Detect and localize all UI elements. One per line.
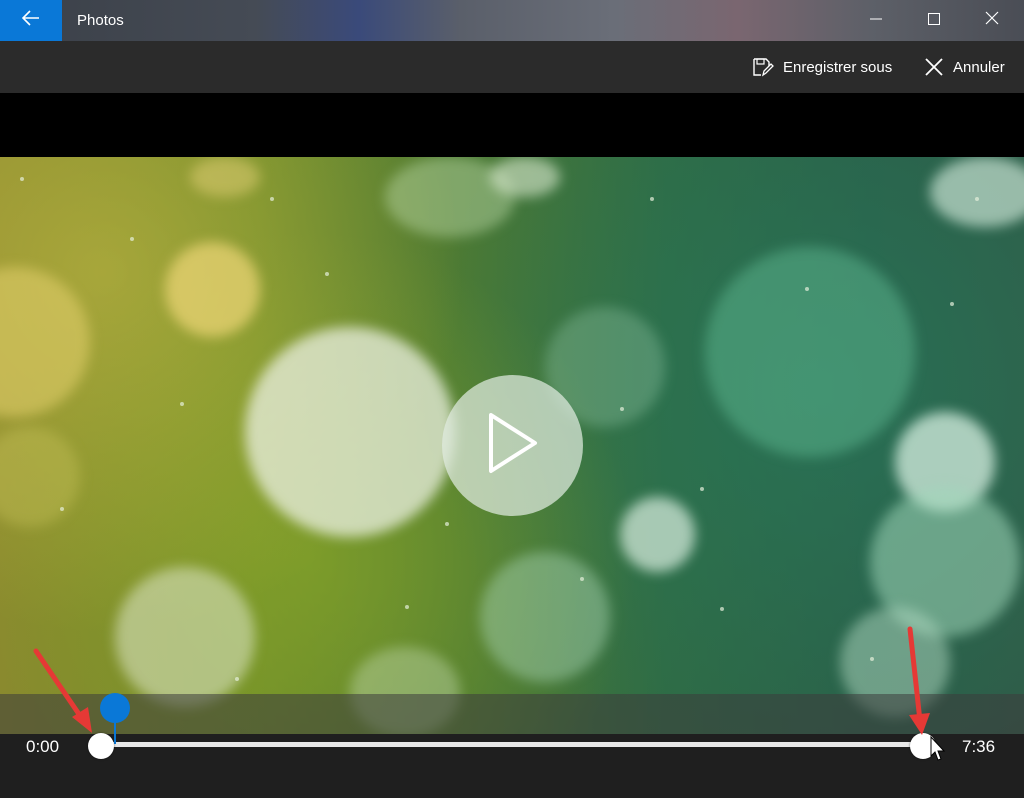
particle bbox=[235, 677, 239, 681]
bokeh-light bbox=[705, 247, 915, 457]
particle bbox=[975, 197, 979, 201]
bokeh-light bbox=[480, 552, 610, 682]
trim-end-handle[interactable] bbox=[910, 733, 936, 759]
particle bbox=[180, 402, 184, 406]
close-button[interactable] bbox=[963, 0, 1021, 41]
play-button[interactable] bbox=[442, 375, 583, 516]
bokeh-light bbox=[930, 157, 1024, 227]
bokeh-light bbox=[190, 157, 260, 197]
cancel-label: Annuler bbox=[953, 58, 1005, 76]
particle bbox=[60, 507, 64, 511]
particle bbox=[580, 577, 584, 581]
bokeh-light bbox=[620, 497, 695, 572]
save-as-label: Enregistrer sous bbox=[783, 58, 893, 76]
particle bbox=[720, 607, 724, 611]
bokeh-light bbox=[165, 242, 260, 337]
bokeh-light bbox=[115, 567, 255, 707]
start-time: 0:00 bbox=[26, 737, 60, 756]
back-button[interactable] bbox=[0, 0, 62, 41]
bokeh-light bbox=[245, 327, 455, 537]
particle bbox=[870, 657, 874, 661]
particle bbox=[325, 272, 329, 276]
trim-track[interactable] bbox=[101, 742, 923, 747]
trim-start-handle[interactable] bbox=[88, 733, 114, 759]
particle bbox=[445, 522, 449, 526]
particle bbox=[700, 487, 704, 491]
particle bbox=[405, 605, 409, 609]
particle bbox=[270, 197, 274, 201]
particle bbox=[20, 177, 24, 181]
bokeh-light bbox=[0, 427, 80, 527]
particle bbox=[805, 287, 809, 291]
particle bbox=[620, 407, 624, 411]
playhead-handle[interactable] bbox=[100, 693, 130, 723]
cancel-button[interactable]: Annuler bbox=[924, 41, 1005, 93]
minimize-icon bbox=[870, 12, 882, 30]
title-bar: Photos bbox=[0, 0, 1024, 41]
close-icon bbox=[924, 57, 944, 77]
trim-band bbox=[0, 694, 1024, 734]
maximize-icon bbox=[928, 12, 940, 30]
bokeh-light bbox=[0, 267, 90, 417]
save-as-button[interactable]: Enregistrer sous bbox=[752, 41, 892, 93]
command-bar: Enregistrer sous Annuler bbox=[0, 41, 1024, 93]
maximize-button[interactable] bbox=[905, 0, 963, 41]
arrow-left-icon bbox=[21, 10, 40, 31]
window-title: Photos bbox=[77, 12, 124, 29]
bokeh-light bbox=[490, 157, 560, 197]
end-time: 7:36 bbox=[962, 737, 996, 756]
minimize-button[interactable] bbox=[847, 0, 905, 41]
close-icon bbox=[985, 11, 999, 30]
play-icon bbox=[485, 411, 541, 480]
save-as-icon bbox=[752, 57, 774, 77]
particle bbox=[950, 302, 954, 306]
particle bbox=[650, 197, 654, 201]
particle bbox=[130, 237, 134, 241]
